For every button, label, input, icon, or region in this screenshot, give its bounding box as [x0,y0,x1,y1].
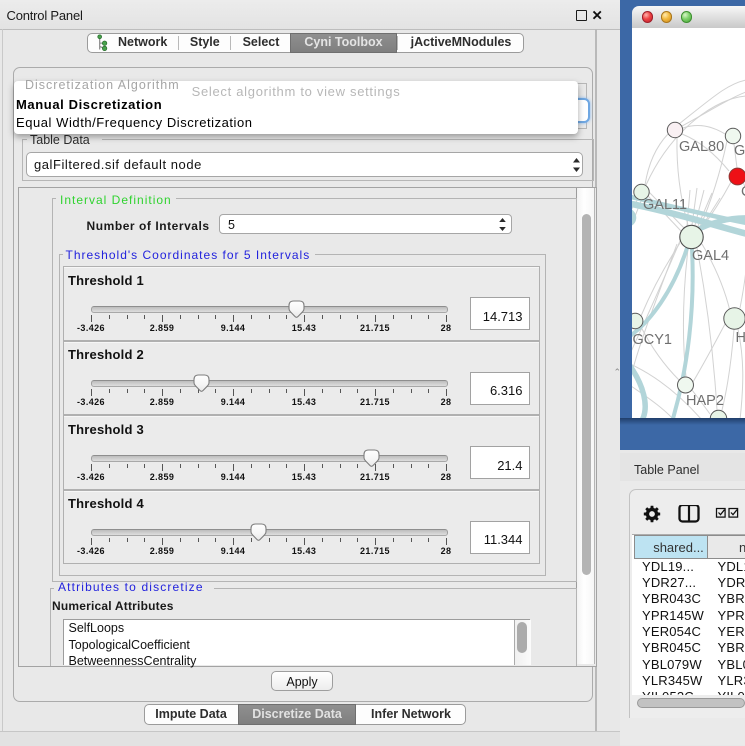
svg-text:HAP2: HAP2 [686,393,724,409]
svg-text:H: H [735,330,745,346]
svg-text:GCY1: GCY1 [632,332,672,348]
svg-text:GAL80: GAL80 [679,139,724,155]
svg-text:GAL4: GAL4 [692,248,729,264]
svg-text:C: C [741,184,745,200]
svg-text:G.: G. [734,143,745,159]
svg-text:GAL11: GAL11 [643,197,687,213]
